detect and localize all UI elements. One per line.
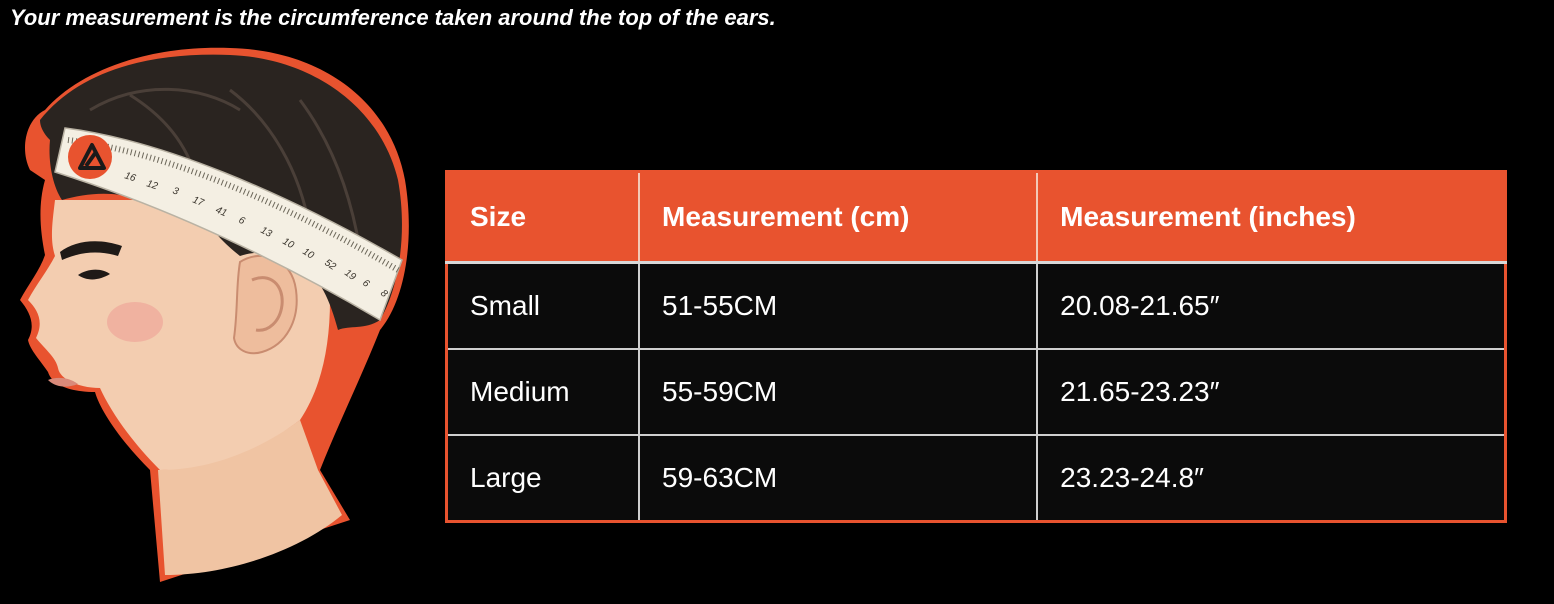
inches-cell: 21.65-23.23″ bbox=[1037, 349, 1506, 436]
cheek-blush bbox=[107, 302, 163, 342]
page-caption: Your measurement is the circumference ta… bbox=[10, 5, 776, 30]
size-cell: Small bbox=[446, 262, 641, 350]
header-size: Size bbox=[446, 171, 641, 264]
head-measurement-illustration: 16 12 3 17 41 6 13 10 10 52 19 6 8 bbox=[20, 47, 409, 582]
table-row: Small 51-55CM 20.08-21.65″ bbox=[446, 262, 1506, 350]
cm-cell: 51-55CM bbox=[639, 262, 1039, 350]
cm-cell: 55-59CM bbox=[639, 349, 1039, 436]
brand-logo-icon bbox=[68, 135, 112, 179]
table-header-row: Size Measurement (cm) Measurement (inche… bbox=[446, 171, 1506, 264]
cm-cell: 59-63CM bbox=[639, 435, 1039, 522]
table-row: Medium 55-59CM 21.65-23.23″ bbox=[446, 349, 1506, 436]
size-cell: Large bbox=[446, 435, 641, 522]
header-measurement-cm: Measurement (cm) bbox=[639, 171, 1039, 264]
inches-cell: 20.08-21.65″ bbox=[1037, 262, 1506, 350]
size-cell: Medium bbox=[446, 349, 641, 436]
size-chart-table: Size Measurement (cm) Measurement (inche… bbox=[445, 170, 1507, 523]
inches-cell: 23.23-24.8″ bbox=[1060, 462, 1204, 493]
header-measurement-inches: Measurement (inches) bbox=[1037, 171, 1506, 264]
table-row: Large 59-63CM 23.23-24.8″ bbox=[446, 435, 1506, 522]
